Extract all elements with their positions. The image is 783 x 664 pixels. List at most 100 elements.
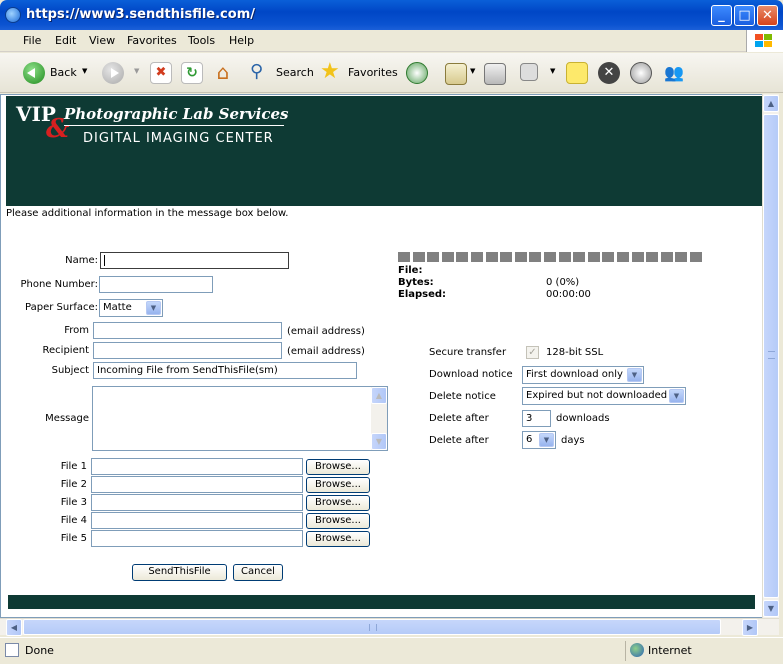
- progress-elapsed-label: Elapsed:: [398, 289, 447, 300]
- delete-after-downloads-input[interactable]: 3: [522, 410, 551, 427]
- file-5-input[interactable]: [91, 530, 303, 547]
- chevron-down-icon[interactable]: ▼: [146, 301, 161, 315]
- vertical-scrollbar[interactable]: ▲ ▼: [762, 94, 779, 618]
- file-4-input[interactable]: [91, 512, 303, 529]
- site-footer: [8, 595, 755, 609]
- menu-edit[interactable]: Edit: [55, 34, 76, 47]
- page-status-icon: [5, 643, 19, 657]
- menu-view[interactable]: View: [89, 34, 115, 47]
- mail-dropdown-icon[interactable]: ▼: [470, 67, 475, 75]
- horizontal-scroll-thumb[interactable]: [23, 619, 721, 635]
- forward-arrow-icon[interactable]: [102, 62, 124, 84]
- site-header: VIP & Photographic Lab Services DIGITAL …: [6, 96, 762, 206]
- from-email-input[interactable]: [93, 322, 282, 339]
- file-2-input[interactable]: [91, 476, 303, 493]
- close-button[interactable]: ✕: [757, 5, 778, 26]
- name-input[interactable]: [100, 252, 289, 269]
- progress-file-label: File:: [398, 265, 423, 276]
- delete-notice-select[interactable]: Expired but not downloaded ▼: [522, 387, 686, 405]
- block-icon[interactable]: ✕: [598, 62, 620, 84]
- days-unit: days: [561, 435, 585, 446]
- file-2-browse-button[interactable]: Browse...: [306, 477, 370, 493]
- scroll-right-icon[interactable]: ▶: [742, 619, 758, 636]
- back-arrow-icon[interactable]: [23, 62, 45, 84]
- logo-divider: [64, 125, 284, 126]
- minimize-button[interactable]: _: [711, 5, 732, 26]
- menu-help[interactable]: Help: [229, 34, 254, 47]
- file-3-input[interactable]: [91, 494, 303, 511]
- secure-transfer-value: 128-bit SSL: [546, 347, 604, 358]
- logo-title: Photographic Lab Services: [64, 105, 289, 123]
- scroll-up-icon[interactable]: ▲: [371, 387, 387, 404]
- horizontal-scrollbar[interactable]: ◀ ▶: [0, 618, 779, 636]
- downloads-unit: downloads: [556, 413, 610, 424]
- chevron-down-icon[interactable]: ▼: [539, 433, 554, 447]
- progress-cell: [514, 252, 527, 262]
- mail-icon[interactable]: [445, 63, 467, 85]
- progress-cell: [500, 252, 513, 262]
- window-title: https://www3.sendthisfile.com/: [26, 7, 255, 22]
- scroll-thumb[interactable]: [763, 114, 779, 598]
- edit-page-icon[interactable]: [520, 63, 538, 81]
- internet-zone-icon: [630, 643, 644, 657]
- messenger-bubble-icon[interactable]: [630, 62, 652, 84]
- security-zone-text: Internet: [648, 644, 692, 657]
- progress-bytes-value: 0 (0%): [546, 277, 580, 288]
- window-title-bar[interactable]: https://www3.sendthisfile.com/ _ □ ✕: [0, 0, 783, 30]
- maximize-button[interactable]: □: [734, 5, 755, 26]
- file-5-browse-button[interactable]: Browse...: [306, 531, 370, 547]
- paper-surface-value: Matte: [103, 302, 132, 313]
- chevron-down-icon[interactable]: ▼: [627, 368, 642, 382]
- download-notice-select[interactable]: First download only ▼: [522, 366, 644, 384]
- send-this-file-button[interactable]: SendThisFile: [132, 564, 227, 581]
- progress-cell: [441, 252, 454, 262]
- scroll-up-icon[interactable]: ▲: [763, 95, 779, 112]
- subject-label: Subject: [51, 365, 89, 376]
- home-icon[interactable]: ⌂: [212, 61, 234, 83]
- message-scrollbar[interactable]: ▲ ▼: [371, 387, 387, 450]
- file-1-input[interactable]: [91, 458, 303, 475]
- file-1-browse-button[interactable]: Browse...: [306, 459, 370, 475]
- search-button-label[interactable]: Search: [276, 66, 314, 79]
- edit-dropdown-icon[interactable]: ▼: [550, 67, 555, 75]
- refresh-icon[interactable]: ↻: [181, 62, 203, 84]
- back-button-label[interactable]: Back: [50, 66, 77, 79]
- message-textarea[interactable]: ▲ ▼: [92, 386, 388, 451]
- file-4-browse-button[interactable]: Browse...: [306, 513, 370, 529]
- messenger-people-icon[interactable]: 👥: [664, 62, 686, 84]
- paper-surface-label: Paper Surface:: [25, 302, 98, 313]
- menu-favorites[interactable]: Favorites: [127, 34, 177, 47]
- secure-transfer-checkbox[interactable]: ✓: [526, 346, 539, 359]
- progress-cell: [646, 252, 659, 262]
- file-2-label: File 2: [60, 479, 87, 490]
- scroll-down-icon[interactable]: ▼: [371, 433, 387, 450]
- cancel-button[interactable]: Cancel: [233, 564, 283, 581]
- scroll-down-icon[interactable]: ▼: [763, 600, 779, 617]
- search-icon[interactable]: ⚲: [250, 61, 272, 83]
- note-icon[interactable]: [566, 62, 588, 84]
- paper-surface-select[interactable]: Matte ▼: [99, 299, 163, 317]
- chevron-down-icon[interactable]: ▼: [669, 389, 684, 403]
- delete-after-days-select[interactable]: 6 ▼: [522, 431, 556, 449]
- menu-file[interactable]: File: [23, 34, 41, 47]
- phone-input[interactable]: [99, 276, 213, 293]
- stop-icon[interactable]: ✖: [150, 62, 172, 84]
- delete-notice-value: Expired but not downloaded: [526, 390, 668, 401]
- scroll-left-icon[interactable]: ◀: [6, 619, 22, 636]
- favorites-star-icon[interactable]: ★: [320, 60, 342, 84]
- progress-cell: [529, 252, 542, 262]
- history-icon[interactable]: [406, 62, 428, 84]
- back-dropdown-icon[interactable]: ▼: [82, 67, 87, 75]
- status-text: Done: [25, 644, 54, 657]
- subject-input[interactable]: Incoming File from SendThisFile(sm): [93, 362, 357, 379]
- recipient-email-input[interactable]: [93, 342, 282, 359]
- menu-tools[interactable]: Tools: [188, 34, 215, 47]
- delete-after-days-label: Delete after: [429, 435, 489, 446]
- progress-cell: [544, 252, 556, 262]
- download-notice-value: First download only: [526, 369, 623, 380]
- print-icon[interactable]: [484, 63, 506, 85]
- favorites-button-label[interactable]: Favorites: [348, 66, 398, 79]
- progress-cell: [690, 252, 702, 262]
- file-3-browse-button[interactable]: Browse...: [306, 495, 370, 511]
- forward-dropdown-icon[interactable]: ▼: [134, 67, 139, 75]
